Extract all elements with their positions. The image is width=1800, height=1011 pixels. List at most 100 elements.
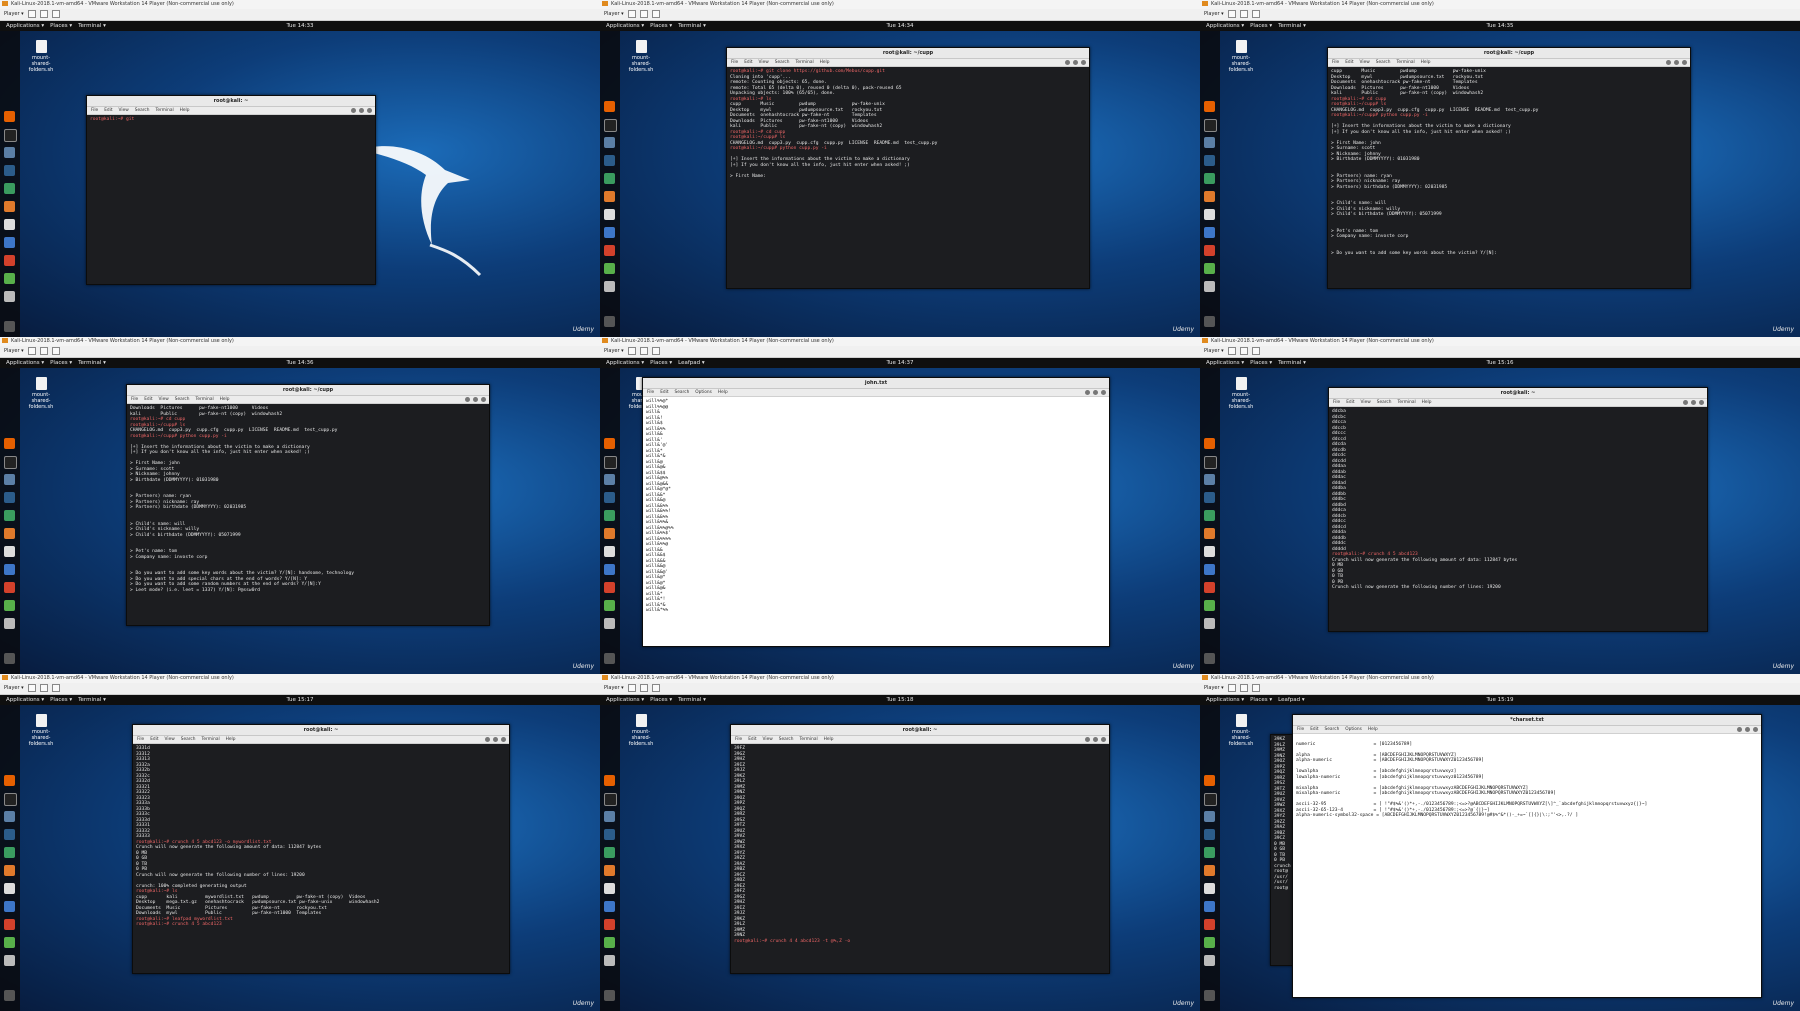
- send-keys-icon[interactable]: [39, 346, 48, 355]
- close-icon[interactable]: [1753, 727, 1758, 732]
- menu-file[interactable]: File: [1333, 400, 1340, 405]
- player-menu[interactable]: Player ▾: [604, 348, 624, 354]
- pause-icon[interactable]: [627, 346, 636, 355]
- armitage-icon[interactable]: [1204, 847, 1215, 858]
- firefox-icon[interactable]: [1204, 775, 1215, 786]
- firefox-icon[interactable]: [1204, 101, 1215, 112]
- beef-icon[interactable]: [4, 919, 15, 930]
- player-menu[interactable]: Player ▾: [604, 11, 624, 17]
- menu-options[interactable]: Options: [695, 390, 712, 395]
- clock[interactable]: Tue 14:35: [1200, 21, 1800, 31]
- minimize-icon[interactable]: [1085, 390, 1090, 395]
- send-keys-icon[interactable]: [1239, 683, 1248, 692]
- menu-view[interactable]: View: [119, 108, 129, 113]
- menu-terminal[interactable]: Terminal: [796, 60, 814, 65]
- faraday-icon[interactable]: [604, 546, 615, 557]
- terminal-output[interactable]: 3331d 33312 33313 3332a 3332b 3332c 3332d 33321…: [133, 744, 509, 970]
- terminal-output[interactable]: ddcba ddcbc ddcca ddccb ddccc ddccd ddcda ddcdb…: [1329, 407, 1707, 629]
- show-apps-icon[interactable]: [604, 316, 615, 327]
- player-menu[interactable]: Player ▾: [4, 11, 24, 17]
- metasploit-icon[interactable]: [1204, 492, 1215, 503]
- terminal-window[interactable]: root@kali: ~/cupp File Edit View Search Term…: [726, 47, 1090, 289]
- burpsuite-icon[interactable]: [604, 528, 615, 539]
- leafpad-icon[interactable]: [4, 600, 15, 611]
- screenshot-icon[interactable]: [604, 955, 615, 966]
- menu-help[interactable]: Help: [820, 60, 830, 65]
- desktop-icon-mount-shared-folders[interactable]: mount-shared-folders.sh: [626, 40, 656, 73]
- close-icon[interactable]: [1682, 60, 1687, 65]
- firefox-icon[interactable]: [4, 775, 15, 786]
- menu-file[interactable]: File: [91, 108, 98, 113]
- menu-view[interactable]: View: [1361, 400, 1371, 405]
- menu-help[interactable]: Help: [180, 108, 190, 113]
- faraday-icon[interactable]: [604, 209, 615, 220]
- beef-icon[interactable]: [1204, 245, 1215, 256]
- files-icon[interactable]: [1204, 137, 1215, 148]
- desktop-icon-mount-shared-folders[interactable]: mount-shared-folders.sh: [1226, 40, 1256, 73]
- send-keys-icon[interactable]: [39, 683, 48, 692]
- menu-help[interactable]: Help: [1421, 60, 1431, 65]
- menu-file[interactable]: File: [735, 737, 742, 742]
- menu-help[interactable]: Help: [220, 397, 230, 402]
- files-icon[interactable]: [604, 137, 615, 148]
- menu-help[interactable]: Help: [718, 390, 728, 395]
- burpsuite-icon[interactable]: [604, 191, 615, 202]
- fullscreen-icon[interactable]: [51, 683, 60, 692]
- maltego-icon[interactable]: [1204, 901, 1215, 912]
- send-keys-icon[interactable]: [1239, 9, 1248, 18]
- send-keys-icon[interactable]: [39, 9, 48, 18]
- pause-icon[interactable]: [27, 346, 36, 355]
- player-menu[interactable]: Player ▾: [4, 348, 24, 354]
- terminal-icon[interactable]: [4, 793, 17, 806]
- desktop-icon-mount-shared-folders[interactable]: mount-shared-folders.sh: [1226, 714, 1256, 747]
- show-apps-icon[interactable]: [604, 653, 615, 664]
- clock[interactable]: Tue 15:17: [0, 695, 600, 705]
- terminal-output[interactable]: cupp Music pwdump pw-fake-unix Desktop my…: [1328, 67, 1690, 285]
- show-apps-icon[interactable]: [4, 321, 15, 332]
- desktop-icon-mount-shared-folders[interactable]: mount-shared-folders.sh: [26, 377, 56, 410]
- pause-icon[interactable]: [627, 9, 636, 18]
- menu-terminal[interactable]: Terminal: [800, 737, 818, 742]
- menu-view[interactable]: View: [159, 397, 169, 402]
- leafpad-icon[interactable]: [4, 273, 15, 284]
- terminal-window[interactable]: root@kali: ~ File Edit View Search Terminal H…: [1328, 387, 1708, 632]
- clock[interactable]: Tue 15:18: [600, 695, 1200, 705]
- menu-search[interactable]: Search: [1376, 60, 1391, 65]
- minimize-icon[interactable]: [1085, 737, 1090, 742]
- metasploit-icon[interactable]: [604, 829, 615, 840]
- menu-terminal[interactable]: Terminal: [202, 737, 220, 742]
- leafpad-icon[interactable]: [604, 600, 615, 611]
- fullscreen-icon[interactable]: [1251, 346, 1260, 355]
- text-editor-content[interactable]: will%%@* will%%@@ will& will&! will&$ will&%%…: [643, 397, 1109, 647]
- menu-edit[interactable]: Edit: [104, 108, 112, 113]
- maximize-icon[interactable]: [1073, 60, 1078, 65]
- menu-view[interactable]: View: [763, 737, 773, 742]
- show-apps-icon[interactable]: [4, 990, 15, 1001]
- beef-icon[interactable]: [604, 919, 615, 930]
- beef-icon[interactable]: [4, 255, 15, 266]
- menu-help[interactable]: Help: [226, 737, 236, 742]
- fullscreen-icon[interactable]: [651, 9, 660, 18]
- menu-search[interactable]: Search: [1377, 400, 1392, 405]
- maltego-icon[interactable]: [4, 901, 15, 912]
- pause-icon[interactable]: [1227, 683, 1236, 692]
- maltego-icon[interactable]: [604, 901, 615, 912]
- firefox-icon[interactable]: [604, 775, 615, 786]
- menu-search[interactable]: Search: [779, 737, 794, 742]
- terminal-window[interactable]: root@kali: ~/cupp File Edit View Search Term…: [126, 384, 490, 626]
- faraday-icon[interactable]: [4, 883, 15, 894]
- text-editor-content[interactable]: numeric = [0123456789] alpha = [ABCDEFGHI…: [1293, 734, 1761, 998]
- menu-view[interactable]: View: [165, 737, 175, 742]
- minimize-icon[interactable]: [485, 737, 490, 742]
- leafpad-icon[interactable]: [4, 937, 15, 948]
- menu-options[interactable]: Options: [1345, 727, 1362, 732]
- minimize-icon[interactable]: [1065, 60, 1070, 65]
- files-icon[interactable]: [1204, 474, 1215, 485]
- fullscreen-icon[interactable]: [651, 346, 660, 355]
- armitage-icon[interactable]: [4, 510, 15, 521]
- terminal-window[interactable]: root@kali: ~/cupp File Edit View Search Term…: [1327, 47, 1691, 289]
- armitage-icon[interactable]: [1204, 510, 1215, 521]
- screenshot-icon[interactable]: [4, 955, 15, 966]
- maximize-icon[interactable]: [493, 737, 498, 742]
- fullscreen-icon[interactable]: [51, 346, 60, 355]
